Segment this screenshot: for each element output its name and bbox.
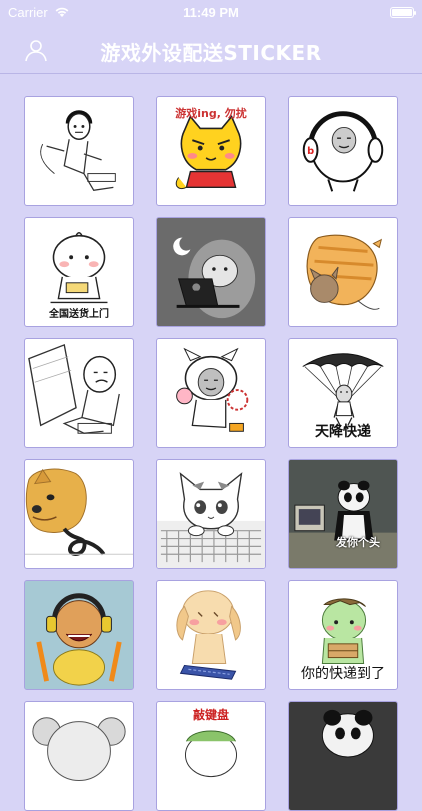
sticker-grid: 游戏ing, 勿扰 b 全国送货上门 天降快递 发你个头 你的快递到了 敲键盘 [24, 96, 398, 811]
sticker-green-dino[interactable]: 你的快递到了 [288, 580, 398, 690]
sticker-night-laptop-hamster[interactable] [156, 217, 266, 327]
sticker-caption: 发你个头 [336, 536, 380, 549]
sticker-headphone-face[interactable]: b [288, 96, 398, 206]
sticker-image [40, 110, 116, 191]
sticker-caption: 天降快递 [315, 424, 371, 440]
sticker-cat-gaming[interactable]: 游戏ing, 勿扰 [156, 96, 266, 206]
sticker-yellow-headset[interactable] [24, 580, 134, 690]
sticker-bunny-keyboard[interactable] [156, 580, 266, 690]
sticker-gamer-meme[interactable] [24, 96, 134, 206]
sticker-parachute[interactable]: 天降快递 [288, 338, 398, 448]
sticker-caption: 游戏ing, 勿扰 [175, 107, 247, 120]
sticker-koala-partial[interactable] [24, 701, 134, 811]
sticker-caption: 全国送货上门 [49, 309, 109, 320]
status-bar: Carrier 11:49 PM [0, 0, 422, 24]
sticker-image [289, 702, 397, 810]
sticker-panda-partial[interactable] [288, 701, 398, 811]
page-title: 游戏外设配送STICKER [100, 41, 322, 65]
sticker-chi-cat-keyboard[interactable] [156, 459, 266, 569]
sticker-image [157, 218, 265, 326]
sticker-panda-pc[interactable]: 发你个头 [288, 459, 398, 569]
sticker-image [25, 581, 133, 689]
sticker-keyboard-char[interactable]: 敲键盘 [156, 701, 266, 811]
sticker-caption: 你的快递到了 [301, 666, 385, 682]
sticker-image [157, 472, 265, 568]
sticker-image [306, 234, 383, 310]
sticker-caption: 敲键盘 [192, 708, 229, 722]
sticker-image [28, 343, 120, 434]
sticker-doge-cable[interactable] [24, 459, 134, 569]
sticker-image: b [302, 111, 384, 192]
sticker-image [176, 590, 241, 680]
sticker-sketch-typing[interactable] [24, 338, 134, 448]
sticker-image [176, 347, 249, 432]
sticker-panda-cow[interactable] [156, 338, 266, 448]
sticker-bun-delivery[interactable]: 全国送货上门 [24, 217, 134, 327]
nav-bar: 游戏外设配送STICKER [0, 24, 422, 74]
sticker-image [32, 717, 126, 782]
sticker-orange-cat[interactable] [288, 217, 398, 327]
battery-icon [390, 6, 416, 18]
status-time: 11:49 PM [183, 4, 239, 20]
sticker-image [289, 460, 397, 568]
sticker-image [25, 468, 133, 556]
svg-text:b: b [307, 146, 314, 157]
